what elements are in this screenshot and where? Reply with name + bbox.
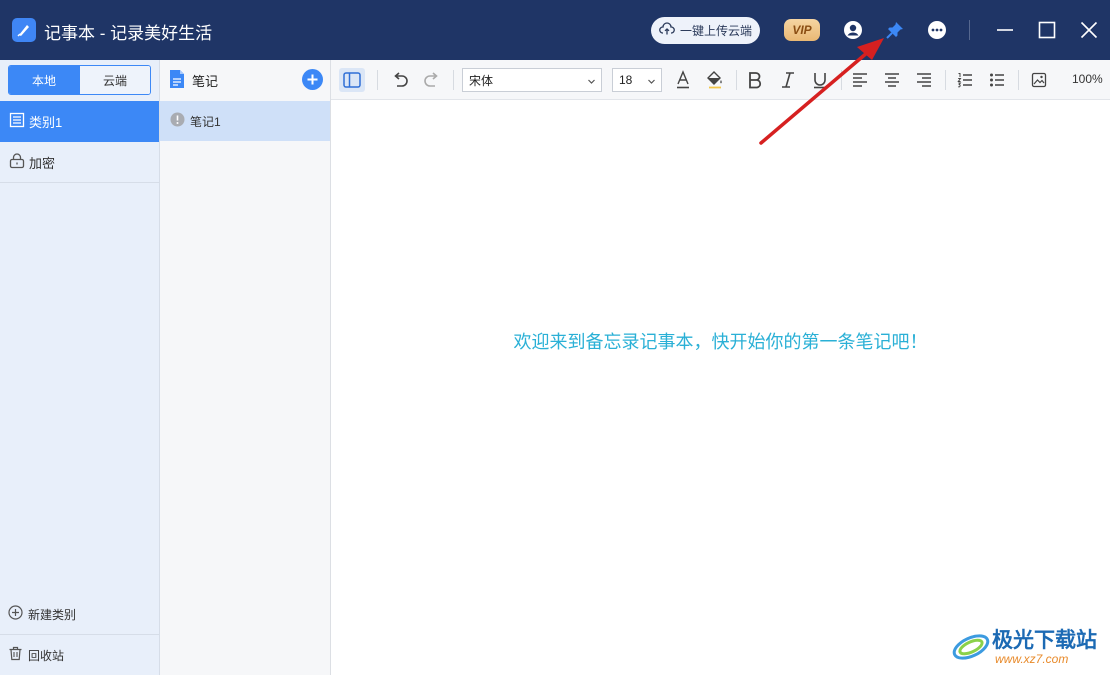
- italic-icon[interactable]: [775, 68, 801, 92]
- welcome-message: 欢迎来到备忘录记事本，快开始你的第一条笔记吧！: [513, 332, 928, 353]
- app-logo-icon: [12, 18, 36, 42]
- toggle-sidebar-icon[interactable]: [339, 68, 365, 92]
- watermark-logo-icon: [952, 634, 990, 660]
- tab-local[interactable]: 本地: [9, 66, 79, 94]
- toolbar-divider: [453, 70, 454, 90]
- list-icon: [9, 112, 25, 131]
- user-avatar-icon[interactable]: [841, 18, 865, 42]
- align-right-icon[interactable]: [911, 68, 937, 92]
- close-icon[interactable]: [1077, 18, 1101, 42]
- category-sidebar: 本地 云端 类别1 加密 新建类别 回收站: [0, 60, 160, 675]
- new-category-label: 新建类别: [28, 607, 77, 622]
- toolbar-divider: [1018, 70, 1019, 90]
- storage-tab-group: 本地 云端: [8, 65, 151, 95]
- new-category-button[interactable]: 新建类别: [0, 594, 159, 634]
- recycle-bin-label: 回收站: [28, 648, 65, 663]
- title-bar: 记事本 - 记录美好生活 一键上传云端 VIP: [0, 0, 1110, 60]
- upload-cloud-button[interactable]: 一键上传云端: [651, 17, 760, 44]
- vip-button[interactable]: VIP: [784, 19, 820, 41]
- font-family-value: 宋体: [469, 73, 494, 88]
- bold-icon[interactable]: [742, 68, 768, 92]
- font-family-select[interactable]: 宋体: [462, 68, 602, 92]
- highlight-fill-icon[interactable]: [702, 68, 728, 92]
- app-title: 记事本 - 记录美好生活: [44, 24, 213, 43]
- tab-cloud[interactable]: 云端: [79, 66, 150, 94]
- lock-icon: [9, 152, 25, 172]
- bullet-list-icon[interactable]: [984, 68, 1010, 92]
- note-list-title: 笔记: [192, 73, 219, 89]
- more-options-icon[interactable]: [925, 18, 949, 42]
- titlebar-divider: [969, 20, 970, 40]
- align-center-icon[interactable]: [879, 68, 905, 92]
- note-item-1[interactable]: 笔记1: [160, 101, 330, 141]
- plus-circle-icon: [8, 605, 23, 623]
- chevron-down-icon: [647, 75, 656, 89]
- redo-icon[interactable]: [419, 68, 445, 92]
- toolbar-divider: [945, 70, 946, 90]
- note-item-label: 笔记1: [190, 114, 221, 129]
- toolbar-divider: [736, 70, 737, 90]
- undo-icon[interactable]: [387, 68, 413, 92]
- upload-cloud-label: 一键上传云端: [679, 24, 752, 38]
- note-doc-icon: [168, 69, 186, 92]
- editor-pane: 宋体 18 100% 欢迎来到备忘录记事本，快开始你的第一条笔记吧！: [331, 60, 1110, 675]
- zoom-level[interactable]: 100%: [1072, 72, 1103, 86]
- trash-icon: [8, 646, 23, 664]
- category-label: 类别1: [29, 115, 63, 130]
- font-color-icon[interactable]: [670, 68, 696, 92]
- watermark: 极光下载站 www.xz7.com: [950, 622, 1105, 670]
- recycle-bin-button[interactable]: 回收站: [0, 635, 159, 675]
- info-icon: [170, 112, 185, 130]
- note-list-panel: 笔记 笔记1: [160, 60, 331, 675]
- numbered-list-icon[interactable]: [952, 68, 978, 92]
- font-size-value: 18: [619, 73, 633, 87]
- editor-toolbar: 宋体 18 100%: [331, 60, 1110, 100]
- category-item-encrypted[interactable]: 加密: [0, 142, 159, 183]
- cloud-upload-icon: [659, 22, 675, 39]
- insert-image-icon[interactable]: [1026, 68, 1052, 92]
- toolbar-divider: [841, 70, 842, 90]
- watermark-url: www.xz7.com: [995, 652, 1069, 666]
- watermark-name: 极光下载站: [992, 629, 1097, 652]
- category-label: 加密: [29, 155, 56, 171]
- pin-icon[interactable]: [883, 18, 907, 42]
- toolbar-divider: [377, 70, 378, 90]
- underline-icon[interactable]: [807, 68, 833, 92]
- add-note-button[interactable]: [302, 69, 323, 90]
- chevron-down-icon: [587, 75, 596, 89]
- font-size-select[interactable]: 18: [612, 68, 662, 92]
- minimize-icon[interactable]: [993, 18, 1017, 42]
- maximize-icon[interactable]: [1035, 18, 1059, 42]
- category-item-1[interactable]: 类别1: [0, 101, 159, 142]
- align-left-icon[interactable]: [847, 68, 873, 92]
